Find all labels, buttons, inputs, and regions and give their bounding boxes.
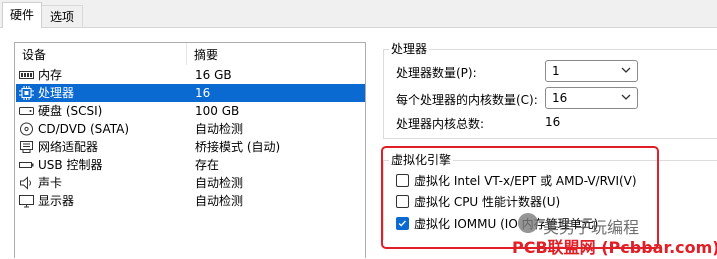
device-row-cd-dvd[interactable]: CD/DVD (SATA) 自动检测 [16,120,365,138]
column-header-device[interactable]: 设备 [22,46,46,63]
device-name: USB 控制器 [38,158,103,172]
device-summary: 自动检测 [195,122,244,136]
cores-per-processor-label: 每个处理器的内核数量(C): [396,93,538,107]
monitor-icon [19,195,34,208]
device-name: 声卡 [38,176,63,190]
hard-disk-icon [19,107,34,115]
device-row-sound-card[interactable]: 声卡 自动检测 [16,174,365,192]
cores-per-processor-select[interactable]: 16 [545,87,638,109]
checkmark-icon [398,220,406,227]
device-row-network-adapter[interactable]: 网络适配器 桥接模式 (自动) [16,138,365,156]
column-header-summary[interactable]: 摘要 [194,46,218,63]
network-adapter-icon [20,141,33,153]
speaker-icon [20,176,31,190]
device-summary: 100 GB [195,104,240,118]
device-name: 网络适配器 [38,140,99,154]
vt-x-checkbox[interactable] [396,174,409,187]
vt-x-label[interactable]: 虚拟化 Intel VT-x/EPT 或 AMD-V/RVI(V) [414,172,637,189]
cpu-perf-counters-label[interactable]: 虚拟化 CPU 性能计数器(U) [414,193,560,210]
processor-count-value: 1 [552,64,560,78]
tab-hardware[interactable]: 硬件 [2,2,42,28]
cpu-icon [19,86,34,100]
processor-count-select[interactable]: 1 [545,60,638,82]
chevron-down-icon [621,94,631,100]
processor-group-title: 处理器 [389,40,430,57]
total-cores-value: 16 [545,115,561,129]
device-name: 显示器 [38,194,75,208]
tab-options[interactable]: 选项 [41,5,83,27]
column-separator [186,43,187,65]
memory-icon [19,71,34,79]
device-summary: 16 [195,86,211,100]
processor-group-border [383,49,717,50]
total-cores-label: 处理器内核总数: [396,117,485,131]
device-name: 处理器 [38,86,75,100]
device-name: 硬盘 (SCSI) [38,104,103,118]
device-row-hard-disk[interactable]: 硬盘 (SCSI) 100 GB [16,102,365,120]
tab-hardware-label: 硬件 [9,8,34,22]
processor-count-label: 处理器数量(P): [396,66,477,80]
usb-icon [19,162,34,168]
cpu-perf-counters-checkbox[interactable] [396,195,409,208]
watermark-logo-icon [518,213,538,233]
device-summary: 自动检测 [195,194,244,208]
device-summary: 自动检测 [195,176,244,190]
tab-strip: 硬件 选项 [0,0,717,28]
device-row-usb-controller[interactable]: USB 控制器 存在 [16,156,365,174]
device-list[interactable]: 设备 摘要 内存 16 GB 处理器 16 硬盘 (SCSI) 100 GB C… [14,42,366,258]
device-summary: 16 GB [195,68,232,82]
device-row-processor[interactable]: 处理器 16 [16,84,365,102]
watermark-site: PCB联盟网 (Pcbbar.com) [512,238,717,257]
chevron-down-icon [621,67,631,73]
device-summary: 桥接模式 (自动) [195,140,281,154]
cd-dvd-icon [20,122,33,136]
cores-per-processor-value: 16 [552,91,568,105]
device-name: CD/DVD (SATA) [38,122,130,136]
virtualization-group-border-left [383,160,384,240]
device-row-display[interactable]: 显示器 自动检测 [16,192,365,210]
processor-group-border-bottom [383,138,717,139]
tab-options-label: 选项 [49,10,74,24]
device-summary: 存在 [195,158,220,172]
device-name: 内存 [38,68,63,82]
processor-group-border-left [383,49,384,139]
device-row-memory[interactable]: 内存 16 GB [16,66,365,84]
iommu-checkbox[interactable] [396,217,409,230]
virtualization-group-title: 虚拟化引擎 [389,151,454,168]
